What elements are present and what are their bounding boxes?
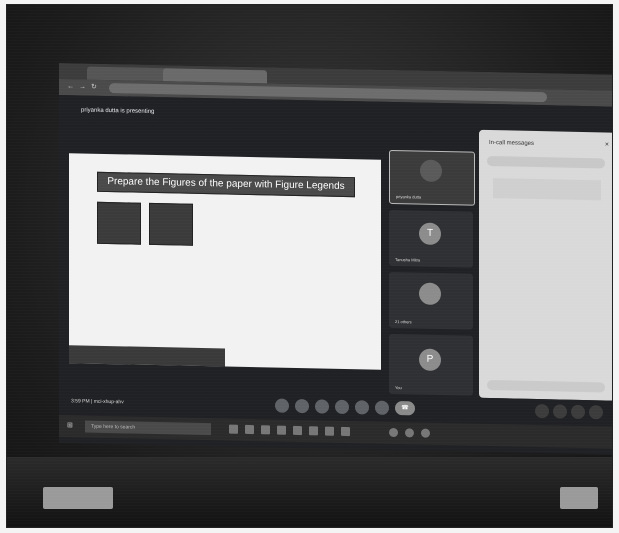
taskbar-app-icon[interactable]	[277, 425, 286, 435]
chat-message	[489, 208, 605, 240]
avatar: T	[419, 222, 441, 246]
taskbar-app-icon[interactable]	[309, 426, 318, 436]
taskbar-app-icon[interactable]	[421, 428, 430, 438]
taskbar-app-icon[interactable]	[293, 425, 302, 436]
slide-bullet	[203, 208, 353, 211]
people-icon[interactable]	[553, 404, 567, 419]
chat-title: In-call messages	[489, 140, 535, 147]
forward-icon[interactable]: →	[79, 82, 86, 92]
chat-permission-toggle[interactable]	[487, 155, 605, 169]
end-call-button[interactable]: ☎	[395, 401, 415, 416]
taskbar-app-icon[interactable]	[405, 428, 414, 438]
activities-icon[interactable]	[589, 405, 603, 420]
participant-name: You	[395, 385, 402, 391]
slide-title: Prepare the Figures of the paper with Fi…	[97, 171, 355, 198]
taskbar-app-icon[interactable]	[229, 424, 238, 434]
presenting-label: priyanka dutta is presenting	[81, 107, 155, 115]
avatar: P	[419, 348, 441, 372]
taskbar-app-icon[interactable]	[261, 425, 270, 435]
captions-icon[interactable]	[315, 399, 329, 414]
participant-name: Tanusha Mitra	[395, 257, 421, 263]
info-icon[interactable]	[535, 403, 549, 419]
photo-frame: ← → ↻ priyanka dutta is presenting Prepa…	[6, 4, 613, 528]
laptop-screen: ← → ↻ priyanka dutta is presenting Prepa…	[59, 63, 612, 455]
chat-notice	[493, 178, 601, 201]
camera-icon[interactable]	[295, 398, 309, 414]
slide-bullet	[87, 260, 347, 265]
slide-figure-thumbnail	[97, 201, 141, 245]
participant-name: priyanka dutta	[396, 194, 422, 200]
avatar-group-icon	[419, 282, 441, 306]
laptop-hinge	[560, 487, 598, 509]
chat-message-input[interactable]	[487, 379, 605, 393]
participant-tile[interactable]: priyanka dutta	[389, 149, 475, 206]
participant-tile[interactable]: P You	[389, 333, 473, 396]
back-icon[interactable]: ←	[67, 82, 74, 92]
slide-bullet	[87, 272, 287, 276]
slide-figure-thumbnail	[149, 202, 193, 246]
more-options-icon[interactable]	[375, 400, 389, 415]
shared-slide: Prepare the Figures of the paper with Fi…	[69, 153, 381, 370]
microphone-icon[interactable]	[275, 398, 289, 413]
taskbar-app-icon[interactable]	[245, 424, 254, 435]
meeting-clock: 3:59 PM | mci-xhup-ahv	[71, 398, 124, 406]
windows-start-icon[interactable]: ⊞	[67, 421, 73, 431]
participant-name: 21 others	[395, 319, 412, 325]
participant-tile[interactable]: 21 others	[389, 271, 473, 330]
participant-tile[interactable]: T Tanusha Mitra	[389, 209, 473, 268]
present-icon[interactable]	[355, 400, 369, 415]
taskbar-app-icon[interactable]	[341, 426, 350, 437]
reload-icon[interactable]: ↻	[91, 83, 97, 93]
slide-bullet	[203, 222, 353, 225]
taskbar-app-icon[interactable]	[389, 427, 398, 438]
taskbar-app-icon[interactable]	[325, 426, 334, 436]
chat-icon[interactable]	[571, 404, 585, 420]
taskbar-search-input[interactable]: Type here to search	[85, 420, 211, 436]
slide-bullet	[203, 248, 353, 251]
in-call-messages-panel: In-call messages ×	[479, 129, 612, 401]
laptop-hinge	[43, 487, 113, 509]
close-icon[interactable]: ×	[605, 141, 609, 148]
raise-hand-icon[interactable]	[335, 399, 349, 415]
slide-caption	[69, 345, 225, 367]
avatar	[420, 159, 442, 183]
